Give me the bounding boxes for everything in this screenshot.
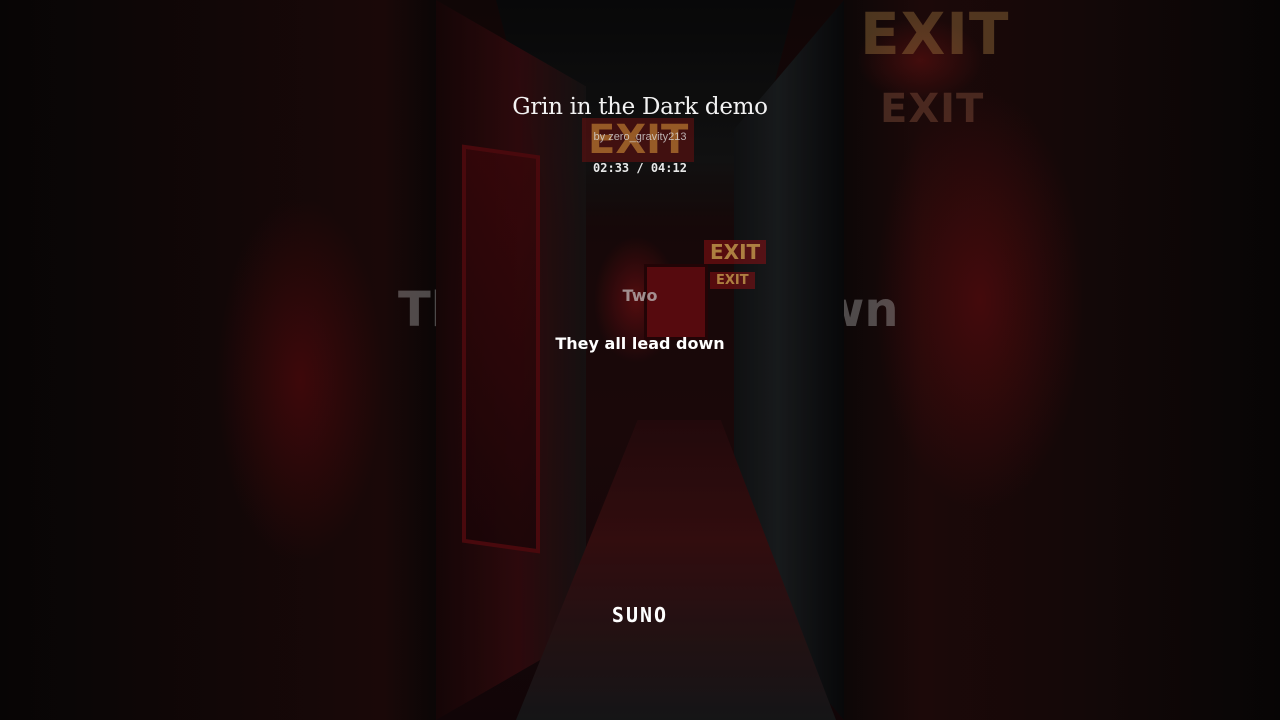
playback-time: 02:33 / 04:12 <box>593 161 687 175</box>
artist-credit: by zero_gravity213 <box>593 131 687 143</box>
lyric-line-previous: Two <box>622 286 658 305</box>
suno-logo: SUNO <box>611 603 669 627</box>
video-frame: EXIT EXIT Th wn EXIT EXIT EXIT Grin in t… <box>0 0 1280 720</box>
background-exit-sign: EXIT <box>849 0 1021 74</box>
song-title: Grin in the Dark demo <box>512 94 768 120</box>
lyric-line-current: They all lead down <box>555 334 725 353</box>
